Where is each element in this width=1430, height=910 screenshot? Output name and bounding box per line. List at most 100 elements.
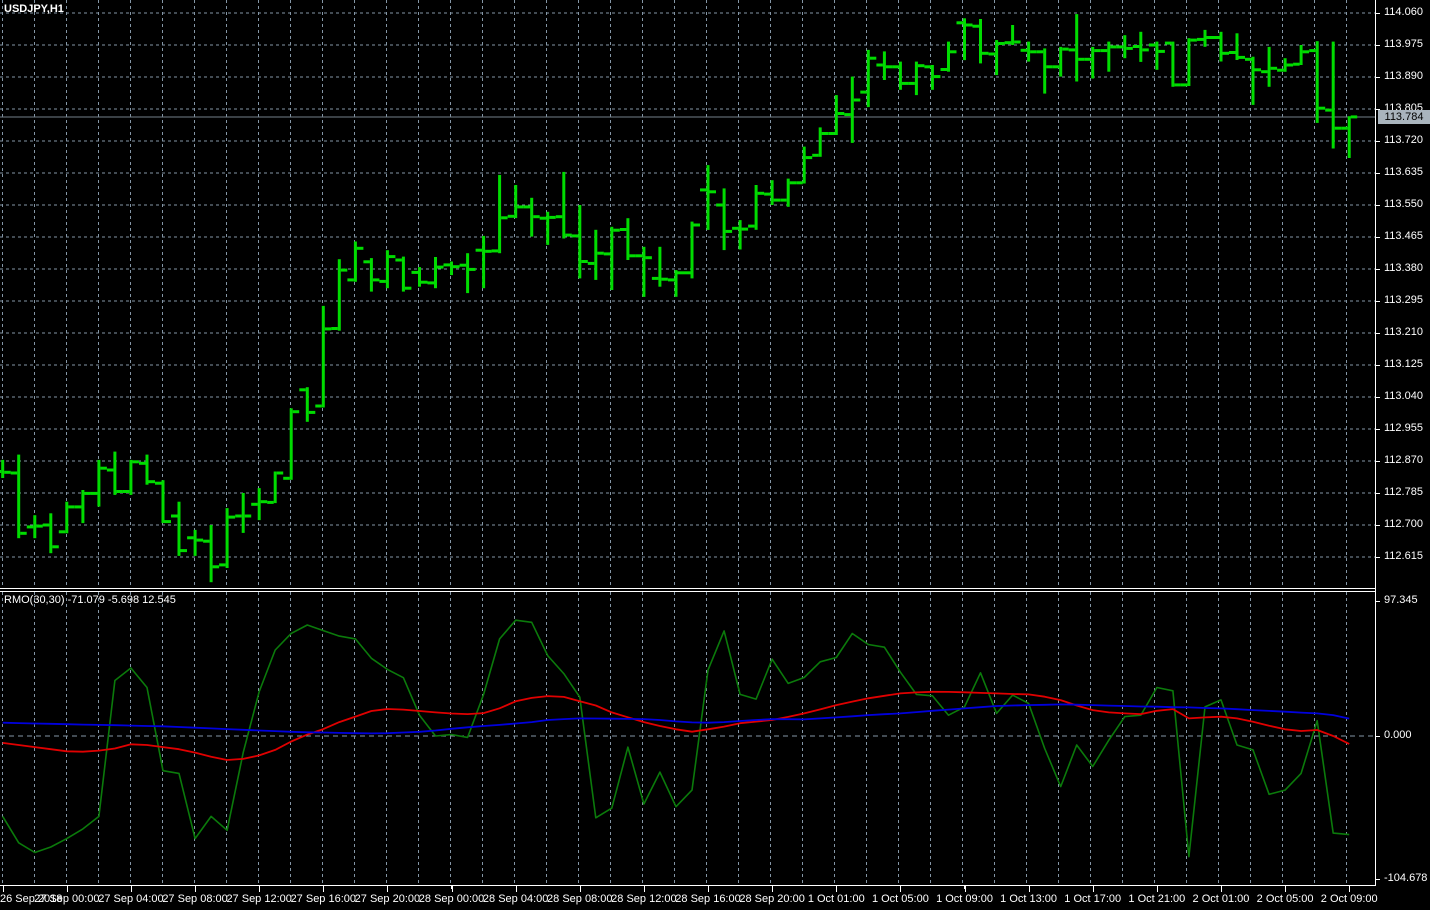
close-tick — [789, 181, 797, 185]
close-tick — [453, 265, 460, 269]
close-tick — [821, 132, 829, 135]
price-axis-label: 113.890 — [1384, 70, 1423, 82]
close-tick — [485, 249, 492, 253]
close-tick — [837, 112, 845, 115]
ohlc-bar — [690, 221, 694, 279]
ohlc-bar — [1091, 46, 1095, 79]
close-tick — [613, 228, 620, 232]
ohlc-bar — [466, 253, 470, 294]
open-tick — [716, 203, 723, 207]
close-tick — [885, 65, 893, 69]
close-tick — [180, 549, 187, 553]
ohlc-bar — [209, 525, 213, 583]
ohlc-bar — [1251, 56, 1255, 105]
price-axis-label: 113.465 — [1384, 230, 1423, 242]
close-tick — [469, 267, 476, 271]
open-tick — [155, 481, 162, 485]
ohlc-bar — [498, 174, 502, 254]
open-tick — [267, 500, 274, 504]
ohlc-bar — [482, 235, 486, 289]
indicator-pane[interactable] — [0, 592, 1376, 885]
price-axis[interactable]: 114.060 113.975 113.890 113.805 113.720 113.6… — [1375, 0, 1430, 886]
close-tick — [1142, 48, 1149, 52]
ohlc-bar — [1075, 14, 1079, 82]
open-tick — [491, 249, 499, 253]
time-axis-tick — [900, 886, 902, 892]
close-tick — [950, 50, 957, 54]
ohlc-bar — [898, 61, 902, 90]
ohlc-bar — [914, 61, 918, 96]
ohlc-bar — [401, 256, 405, 292]
pane-separator-top[interactable] — [0, 588, 1430, 589]
ohlc-bar — [1187, 38, 1191, 86]
close-tick — [549, 215, 556, 219]
open-tick — [315, 404, 322, 408]
time-axis-tick — [130, 886, 132, 892]
ohlc-bar — [369, 258, 373, 292]
ohlc-bar — [578, 205, 582, 279]
time-axis-tick — [708, 886, 710, 892]
time-axis-tick — [836, 886, 838, 892]
price-axis-label: 113.295 — [1384, 294, 1423, 306]
ohlc-bar — [353, 241, 357, 282]
close-tick — [388, 255, 396, 259]
open-tick — [1004, 41, 1012, 45]
open-tick — [42, 523, 50, 527]
ohlc-bar — [626, 218, 630, 260]
close-tick — [661, 277, 668, 281]
ohlc-bar — [1331, 41, 1335, 149]
price-axis-tick — [1376, 525, 1380, 526]
close-tick — [324, 327, 332, 331]
close-tick — [982, 51, 989, 55]
price-axis-label: 112.870 — [1384, 454, 1423, 466]
close-tick — [340, 268, 348, 272]
price-chart-canvas[interactable] — [0, 0, 1376, 588]
open-tick — [619, 228, 627, 231]
ohlc-bar — [1059, 46, 1063, 77]
open-tick — [411, 270, 418, 274]
ohlc-bar — [562, 171, 566, 239]
ohlc-bar — [33, 515, 37, 539]
indicator-values-label: RMO(30,30) -71.079 -5.698 12.545 — [4, 594, 176, 606]
close-tick — [84, 491, 91, 495]
ohlc-bar — [834, 95, 838, 135]
close-tick — [597, 251, 604, 255]
ohlc-bar — [1267, 46, 1271, 87]
ohlc-bar — [305, 387, 309, 422]
close-tick — [629, 254, 636, 258]
time-axis[interactable]: 26 Sep 2018 27 Sep 00:00 27 Sep 04:00 27 Se… — [0, 886, 1430, 910]
time-axis-tick — [1285, 886, 1287, 892]
open-tick — [1100, 49, 1108, 53]
close-tick — [356, 246, 364, 250]
ohlc-bar — [1139, 31, 1143, 62]
price-axis-tick — [1376, 141, 1380, 142]
ohlc-bar — [818, 127, 822, 157]
close-tick — [244, 514, 252, 518]
close-tick — [1094, 49, 1101, 53]
ohlc-bar — [289, 408, 293, 480]
close-tick — [565, 233, 572, 237]
open-tick — [58, 530, 66, 534]
time-axis-tick — [387, 886, 389, 892]
ohlc-bar — [1, 459, 5, 478]
price-axis-tick — [1376, 205, 1380, 206]
open-tick — [940, 68, 947, 71]
open-tick — [475, 248, 483, 252]
open-tick — [347, 278, 354, 282]
ohlc-bar — [1203, 29, 1207, 47]
ohlc-bar — [802, 146, 806, 184]
ohlc-bar — [1315, 41, 1319, 123]
close-tick — [132, 460, 139, 464]
ohlc-bar — [241, 493, 245, 533]
indicator-canvas[interactable] — [0, 592, 1376, 885]
current-price-tag: 113.784 — [1378, 109, 1430, 124]
time-axis-tick — [323, 886, 325, 892]
open-tick — [331, 327, 338, 330]
close-tick — [212, 565, 220, 569]
open-tick — [379, 279, 386, 283]
open-tick — [539, 216, 547, 220]
price-pane[interactable] — [0, 0, 1376, 588]
close-tick — [853, 98, 861, 102]
ohlc-bar — [129, 459, 133, 495]
open-tick — [1293, 62, 1300, 66]
